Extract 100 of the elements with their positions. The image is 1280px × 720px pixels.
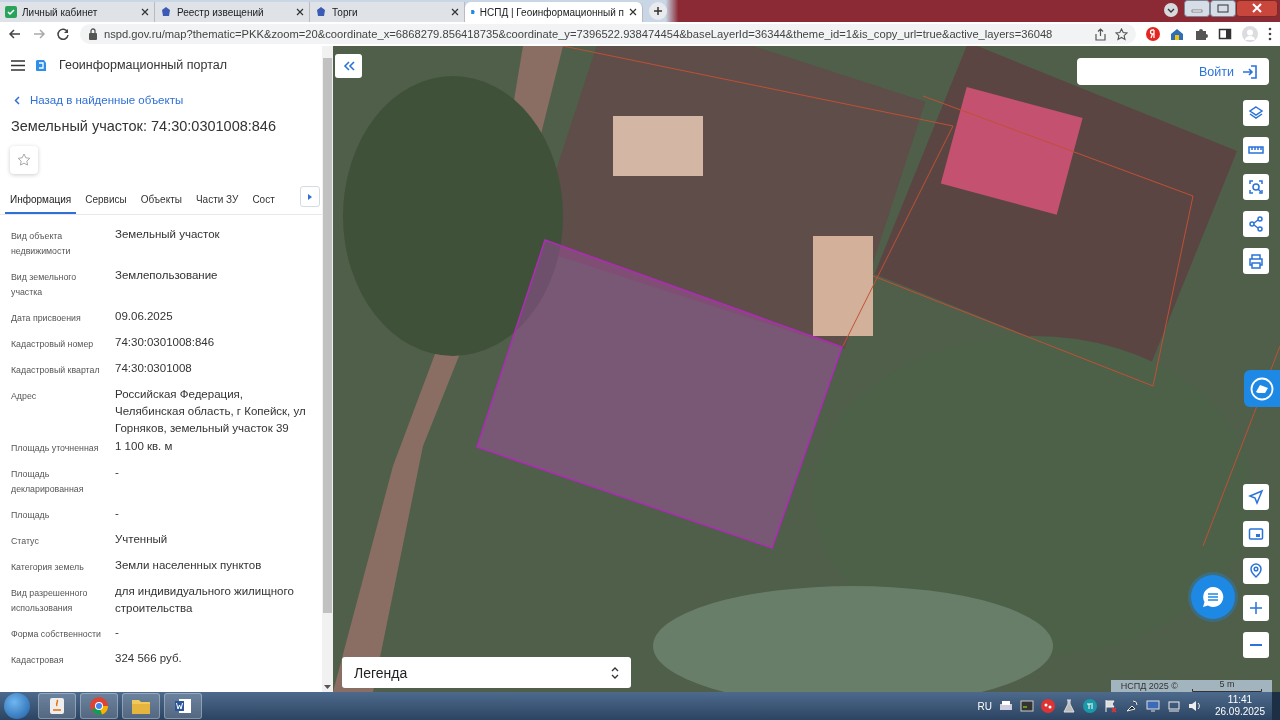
- back-link[interactable]: Назад в найденные объекты: [0, 72, 322, 106]
- caret-right-icon: [308, 193, 312, 200]
- flask-icon[interactable]: [1061, 699, 1076, 713]
- side-tab-button[interactable]: [1244, 370, 1280, 407]
- property-label: Вид разрешенного использования: [11, 587, 89, 615]
- tray-app-icon[interactable]: [1040, 699, 1055, 713]
- tab-title: НСПД | Геоинформационный п: [479, 6, 624, 18]
- property-label: Площадь: [11, 509, 51, 522]
- scale-bar: [1192, 689, 1262, 692]
- close-button[interactable]: [1236, 0, 1278, 17]
- more-icon[interactable]: [1268, 27, 1272, 41]
- ruler-button[interactable]: [1243, 137, 1269, 163]
- info-tab[interactable]: Информация: [5, 186, 77, 214]
- puzzle-icon[interactable]: [1194, 27, 1208, 41]
- locate-icon: [1248, 489, 1264, 505]
- house-icon[interactable]: [1170, 27, 1184, 41]
- collapse-panel-button[interactable]: [335, 54, 362, 78]
- layers-icon: [1248, 105, 1264, 121]
- scroll-tabs-button[interactable]: [300, 186, 320, 207]
- java-button[interactable]: [38, 693, 76, 719]
- yandex-icon[interactable]: [1146, 27, 1160, 41]
- chevron-left-icon: [14, 95, 20, 105]
- address-bar[interactable]: nspd.gov.ru/map?thematic=PKK&zoom=20&coordinate_x=6868279.856418735&coordinate_y=7396522.938474454&baseLayerId=36344&theme_id=1&is_copy_url=true&active_layers=36048: [80, 24, 1136, 44]
- property-label: Статус: [11, 535, 40, 548]
- menu-icon[interactable]: [11, 59, 25, 71]
- terminal-icon[interactable]: [1019, 699, 1034, 713]
- chevron-down-icon[interactable]: [1164, 3, 1178, 17]
- scrollbar-thumb[interactable]: [323, 58, 332, 613]
- property-value: -: [115, 625, 120, 640]
- property-value: Учтенный: [115, 532, 169, 547]
- monitor-icon[interactable]: [1145, 699, 1160, 713]
- satellite-icon[interactable]: [1124, 699, 1139, 713]
- language-indicator[interactable]: RU: [977, 700, 992, 712]
- property-label: Адрес: [11, 390, 38, 403]
- portal-logo-icon: [35, 58, 47, 72]
- close-icon[interactable]: [141, 7, 149, 16]
- info-tab[interactable]: Сост: [247, 186, 280, 214]
- star-icon: [17, 153, 31, 167]
- parcel-outline[interactable]: [476, 239, 843, 549]
- picture-in-picture-button[interactable]: [1243, 521, 1269, 547]
- browser-tab[interactable]: Реестр извещений: [155, 2, 310, 22]
- layers-button[interactable]: [1243, 100, 1269, 126]
- zoom-in-button[interactable]: [1243, 595, 1269, 621]
- info-tab[interactable]: Части ЗУ: [190, 186, 244, 214]
- property-value: 324 566 руб.: [115, 651, 183, 666]
- emblem-icon: [160, 6, 172, 18]
- close-icon[interactable]: [629, 7, 637, 16]
- browser-tab[interactable]: Личный кабинет: [0, 2, 155, 22]
- property-value: Российская Федерация, Челябинская область, г Копейск, ул Горняков, земельный участок 39: [115, 387, 307, 436]
- start-button[interactable]: [4, 693, 30, 719]
- property-label: Вид объекта недвижимости: [11, 230, 72, 258]
- star-icon[interactable]: [1115, 27, 1128, 41]
- info-tab[interactable]: Объекты: [135, 186, 187, 214]
- clock-time: 11:41: [1227, 694, 1253, 706]
- close-icon[interactable]: [451, 7, 459, 16]
- lock-icon: [88, 28, 98, 40]
- clock-date: 26.09.2025: [1214, 706, 1265, 718]
- chat-icon: [1201, 585, 1225, 609]
- tab-title: Реестр извещений: [177, 6, 265, 18]
- new-tab-button[interactable]: [649, 2, 667, 20]
- network-icon[interactable]: [1166, 699, 1181, 713]
- sort-icon: [611, 666, 619, 679]
- minimize-button[interactable]: [1184, 0, 1210, 17]
- sidebar-icon[interactable]: [1218, 27, 1232, 41]
- java-icon: [47, 696, 67, 716]
- area-select-button[interactable]: [1243, 174, 1269, 200]
- flag-icon[interactable]: [1103, 699, 1118, 713]
- property-label: Форма собственности: [11, 628, 103, 641]
- share-button[interactable]: [1243, 211, 1269, 237]
- scroll-down-icon[interactable]: [324, 685, 331, 690]
- zoom-out-button[interactable]: [1243, 632, 1269, 658]
- object-title: Земельный участок: 74:30:0301008:846: [11, 118, 277, 134]
- speaker-icon[interactable]: [1187, 699, 1202, 713]
- share-icon[interactable]: [1094, 27, 1107, 41]
- scrollbar[interactable]: [322, 46, 333, 692]
- map-attribution: НСПД 2025 ©: [1120, 681, 1178, 691]
- reload-icon[interactable]: [56, 27, 70, 41]
- print-button[interactable]: [1243, 248, 1269, 274]
- browser-tab[interactable]: НСПД | Геоинформационный п: [465, 2, 643, 22]
- login-button[interactable]: Войти: [1077, 58, 1269, 85]
- folder-button[interactable]: [122, 693, 160, 719]
- property-label: Категория земель: [11, 561, 85, 574]
- browser-tab[interactable]: Торги: [310, 2, 465, 22]
- legend-select[interactable]: Легенда: [342, 657, 631, 688]
- printer-icon[interactable]: [998, 699, 1013, 713]
- picture-in-picture-icon: [1248, 526, 1264, 542]
- property-value: -: [115, 465, 120, 480]
- maximize-button[interactable]: [1210, 0, 1236, 17]
- info-tab[interactable]: Сервисы: [80, 186, 132, 214]
- scale-label: 5 m: [1219, 680, 1235, 689]
- locate-button[interactable]: [1243, 484, 1269, 510]
- location-search-button[interactable]: [1243, 558, 1269, 584]
- close-icon[interactable]: [296, 7, 304, 16]
- chrome-icon: [89, 696, 109, 716]
- tab-title: Торги: [332, 6, 359, 18]
- word-button[interactable]: [164, 693, 202, 719]
- property-label: Кадастровый квартал: [11, 364, 101, 377]
- back-icon[interactable]: [8, 27, 22, 41]
- tk-icon[interactable]: [1082, 699, 1097, 713]
- chrome-button[interactable]: [80, 693, 118, 719]
